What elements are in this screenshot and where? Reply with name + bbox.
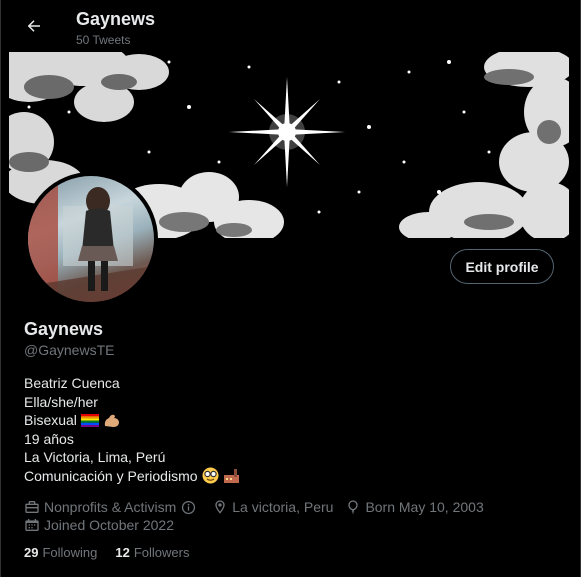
bisexual-flag-emoji [80,413,99,427]
bio-line: Bisexual [24,411,240,430]
edit-profile-button[interactable]: Edit profile [450,249,554,284]
nerd-face-emoji [202,467,219,484]
back-button[interactable] [18,10,50,42]
following-link[interactable]: 29 Following [24,545,97,560]
location-item: La victoria, Peru [212,499,333,515]
birthday-item: Born May 10, 2003 [345,499,484,515]
bio-line: Beatriz Cuenca [24,375,120,391]
tweet-count: 50 Tweets [76,33,131,47]
location-pin-icon [215,500,225,514]
category-item: Nonprofits & Activism [24,499,200,515]
flexed-biceps-emoji [104,415,119,428]
profile-bio: Beatriz Cuenca Ella/she/her Bisexual 19 … [24,374,240,485]
bio-line: 19 años [24,430,74,447]
header-title: Gaynews [76,9,156,29]
balloon-icon [348,500,359,514]
avatar-image [28,176,154,302]
calendar-icon [25,519,39,531]
profile-page: Gaynews 50 Tweets Edit profile Gaynews @… [0,0,581,577]
joined-item: Joined October 2022 [24,517,174,533]
briefcase-icon [25,501,39,513]
bio-line: Comunicación y Periodismo [24,467,240,486]
back-arrow-icon [27,20,40,32]
bio-line: La Victoria, Lima, Perú [24,449,166,465]
bio-line: Ella/she/her [24,393,98,410]
display-name: Gaynews [24,319,104,339]
profile-meta: Nonprofits & Activism La victoria, Peru … [24,498,496,534]
user-handle: @GaynewsTE [24,342,115,358]
follow-stats: 29 Following 12 Followers [24,545,189,560]
factory-emoji [223,469,239,484]
profile-header: Gaynews 50 Tweets [1,0,581,52]
avatar[interactable] [24,172,158,306]
followers-link[interactable]: 12 Followers [115,545,189,560]
info-icon[interactable] [181,500,196,515]
